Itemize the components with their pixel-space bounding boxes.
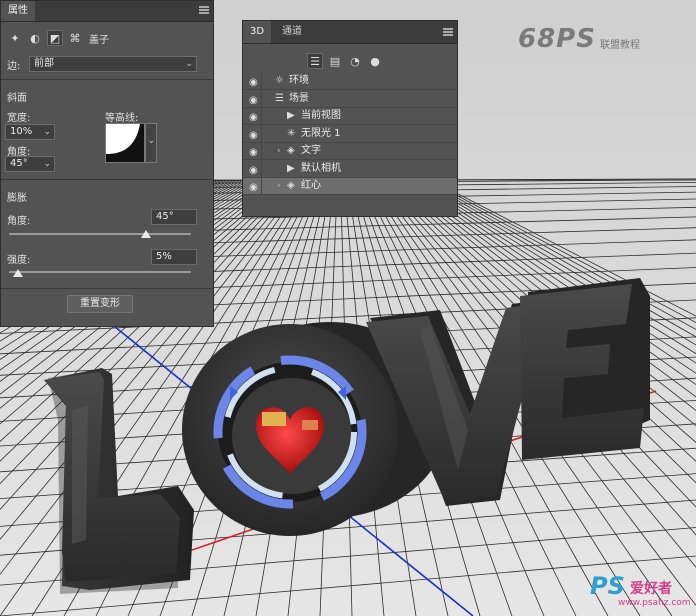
layer-name: 无限光 1 <box>301 127 341 139</box>
mesh-icon: ◈ <box>287 145 295 156</box>
meshes-filter-icon[interactable]: ▤ <box>327 53 343 69</box>
chevron-down-icon: ⌄ <box>43 159 51 169</box>
eye-icon[interactable]: ◉ <box>249 163 258 179</box>
side-select[interactable]: 前部 ⌄ <box>29 56 197 72</box>
contour-label: 等高线: <box>105 113 139 124</box>
watermark-ps: PS <box>590 572 625 600</box>
contour-curve-icon <box>106 124 144 162</box>
angle-field[interactable]: 45° ⌄ <box>5 156 55 172</box>
layer-row[interactable]: ◉ › ◈ 红心 <box>243 178 457 195</box>
chevron-down-icon: ⌄ <box>43 127 51 137</box>
site-logo: 68PS <box>518 24 596 54</box>
chevron-down-icon: ⌄ <box>147 136 155 146</box>
angle-value: 45° <box>10 158 28 169</box>
contour-preview[interactable] <box>105 123 145 163</box>
layer-row[interactable]: ◉ ✳ 无限光 1 <box>243 125 457 144</box>
watermark-cn: 爱好者 <box>630 581 672 597</box>
cap-mode-icon[interactable]: ◩ <box>47 30 63 46</box>
lights-filter-icon[interactable]: ● <box>367 53 383 69</box>
layer-name: 场景 <box>289 92 309 104</box>
layer-name: 默认相机 <box>301 162 341 174</box>
inflate-label: 膨胀 <box>7 193 27 204</box>
properties-panel: 属性 ✦ ◐ ◩ ⌘ 盖子 边: 前部 ⌄ 斜面 宽度: 10% ⌄ 等高线: … <box>0 0 214 327</box>
inflate-angle-slider[interactable] <box>9 233 191 235</box>
layer-name: 环境 <box>289 75 309 86</box>
divider <box>1 288 213 289</box>
3d-tabbar: 3D 通道 <box>243 21 457 44</box>
3d-panel: 3D 通道 ☰ ▤ ◔ ● ◉ ☼ 环境 ◉ ☰ 场景 ◉ ▶ 当前视图 ◉ ✳ 无限光 1 ◉ › ◈ 文字… <box>242 20 458 217</box>
contour-dropdown[interactable]: ⌄ <box>145 123 157 163</box>
tab-channels[interactable]: 通道 <box>275 21 309 43</box>
layer-row[interactable]: ◉ ☼ 环境 <box>243 73 457 90</box>
inflate-angle-slider-thumb[interactable] <box>140 230 151 238</box>
tab-properties[interactable]: 属性 <box>1 1 35 21</box>
tab-3d[interactable]: 3D <box>243 21 272 43</box>
camera-icon: ▶ <box>287 110 295 121</box>
materials-filter-icon[interactable]: ◔ <box>347 53 363 69</box>
side-select-value: 前部 <box>34 58 54 69</box>
side-label: 边: <box>7 61 21 72</box>
cap-label: 盖子 <box>89 34 109 46</box>
layer-name: 红心 <box>301 180 321 191</box>
mesh-mode-icon[interactable]: ✦ <box>7 30 23 46</box>
inflate-angle-value: 45° <box>156 211 174 222</box>
eye-icon[interactable]: ◉ <box>249 128 258 144</box>
layer-name: 文字 <box>301 145 321 156</box>
bevel-label: 斜面 <box>7 93 27 104</box>
panel-menu-icon[interactable] <box>443 28 453 36</box>
chevron-right-icon[interactable]: › <box>277 178 281 194</box>
eye-icon[interactable]: ◉ <box>249 145 258 161</box>
eye-icon[interactable]: ◉ <box>249 180 258 196</box>
divider <box>261 178 262 194</box>
coordinates-mode-icon[interactable]: ⌘ <box>67 30 83 46</box>
scene-icon: ☰ <box>275 92 284 104</box>
inflate-angle-label: 角度: <box>7 216 31 227</box>
divider <box>261 125 262 142</box>
divider <box>261 160 262 177</box>
camera-icon: ▶ <box>287 162 295 174</box>
layer-row[interactable]: ◉ › ◈ 文字 <box>243 143 457 160</box>
width-value: 10% <box>10 126 33 137</box>
layer-row[interactable]: ◉ ☰ 场景 <box>243 90 457 109</box>
properties-mode-icons: ✦ ◐ ◩ ⌘ 盖子 <box>7 29 109 47</box>
divider <box>261 73 262 89</box>
chevron-down-icon: ⌄ <box>185 59 193 69</box>
properties-tabbar: 属性 <box>1 1 213 22</box>
whole-scene-icon[interactable]: ☰ <box>307 53 323 69</box>
eye-icon[interactable]: ◉ <box>249 93 258 109</box>
divider <box>261 108 262 124</box>
strength-slider[interactable] <box>9 271 191 273</box>
strength-slider-thumb[interactable] <box>13 269 24 277</box>
deform-mode-icon[interactable]: ◐ <box>27 30 43 46</box>
layer-name: 当前视图 <box>301 110 341 121</box>
chevron-right-icon[interactable]: › <box>277 143 281 159</box>
eye-icon[interactable]: ◉ <box>249 110 258 126</box>
divider <box>1 179 213 180</box>
strength-field[interactable]: 5% <box>151 249 197 265</box>
panel-menu-icon[interactable] <box>199 6 209 14</box>
3d-filter-toolbar: ☰ ▤ ◔ ● <box>307 53 383 69</box>
environment-icon: ☼ <box>275 75 284 86</box>
divider <box>261 143 262 159</box>
width-field[interactable]: 10% ⌄ <box>5 124 55 140</box>
layer-row[interactable]: ◉ ▶ 当前视图 <box>243 108 457 125</box>
divider <box>1 79 213 80</box>
width-label: 宽度: <box>7 113 31 124</box>
eye-icon[interactable]: ◉ <box>249 75 258 91</box>
light-icon: ✳ <box>287 127 296 139</box>
strength-label: 强度: <box>7 255 31 266</box>
mesh-icon: ◈ <box>287 180 295 191</box>
letter-e <box>520 278 650 460</box>
divider <box>261 90 262 107</box>
reset-deform-button[interactable]: 重置变形 <box>67 295 133 313</box>
site-logo-subtitle: 联盟教程 <box>600 40 640 51</box>
strength-value: 5% <box>156 251 172 262</box>
inflate-angle-field[interactable]: 45° <box>151 209 197 225</box>
layer-row[interactable]: ◉ ▶ 默认相机 <box>243 160 457 179</box>
watermark-url: www.psahz.com <box>618 598 691 608</box>
